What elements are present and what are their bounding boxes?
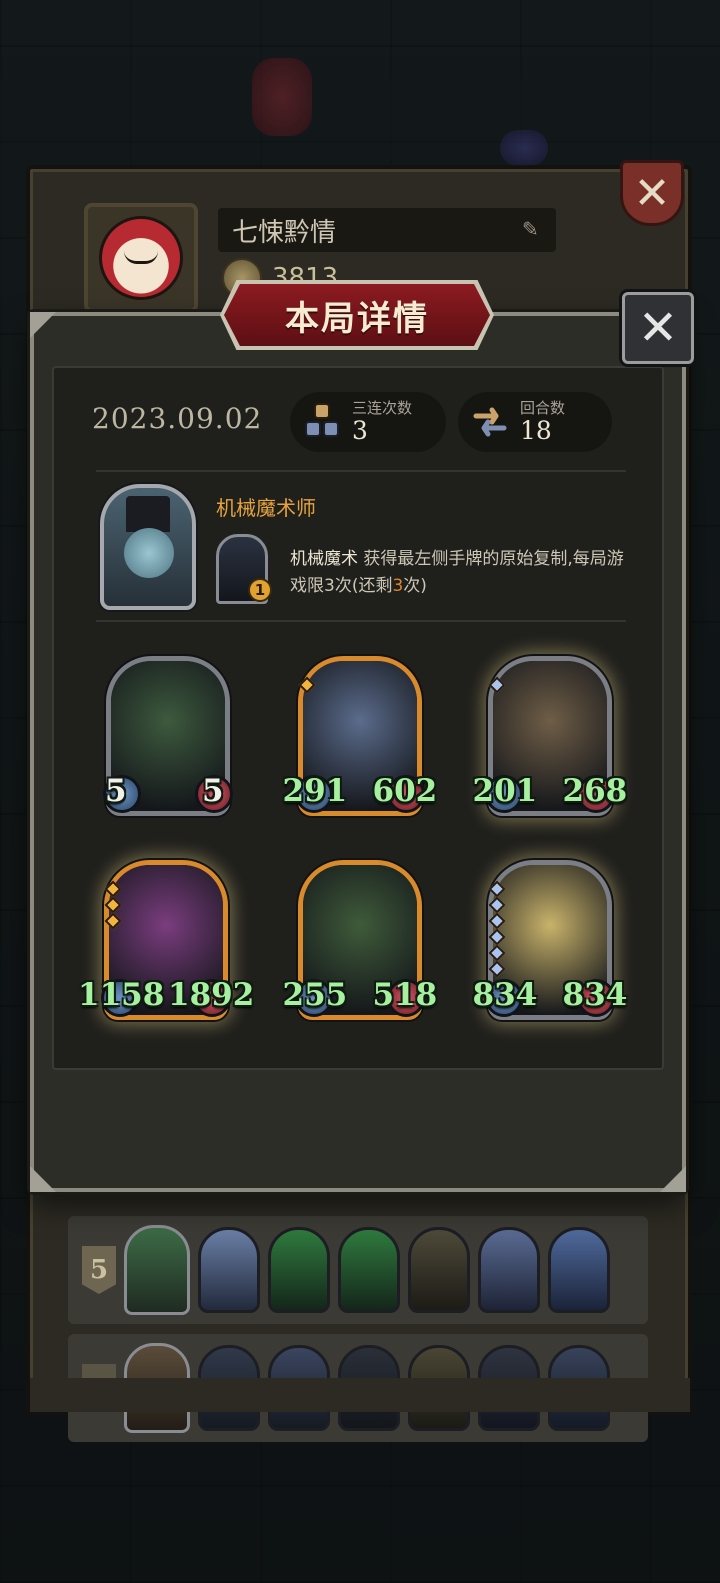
board-card[interactable]: 834 834 bbox=[473, 860, 627, 1020]
card-attack: 291 bbox=[282, 773, 348, 809]
divider bbox=[96, 470, 626, 472]
card-health: 602 bbox=[372, 773, 438, 809]
board-card[interactable]: 201 268 bbox=[473, 656, 627, 816]
pencil-icon[interactable]: ✎ bbox=[522, 218, 544, 240]
skill-name: 机械魔术 bbox=[290, 549, 358, 569]
rank-badge: 5 bbox=[82, 1246, 116, 1294]
triples-value: 3 bbox=[352, 416, 368, 445]
triples-stat: 三连次数 3 bbox=[290, 392, 446, 452]
board-card[interactable]: 55 bbox=[103, 656, 233, 816]
history-card bbox=[478, 1227, 540, 1313]
card-attack: 255 bbox=[282, 977, 348, 1013]
match-date: 2023.09.02 bbox=[92, 402, 263, 435]
board-card[interactable]: 1158 1892 bbox=[78, 860, 254, 1020]
card-attack: 1158 bbox=[78, 977, 165, 1013]
hero-portrait[interactable] bbox=[100, 484, 196, 610]
card-health: 834 bbox=[562, 977, 628, 1013]
skill-remaining: 3 bbox=[392, 576, 404, 596]
skill-desc-end: 次) bbox=[403, 576, 427, 596]
avatar-portrait bbox=[99, 216, 183, 300]
corner-ornament bbox=[660, 1166, 686, 1192]
card-health: 5 bbox=[202, 773, 224, 809]
card-health: 518 bbox=[372, 977, 438, 1013]
card-health: 268 bbox=[562, 773, 628, 809]
card-health: 1892 bbox=[168, 977, 255, 1013]
board-card[interactable]: 255 518 bbox=[283, 860, 437, 1020]
skill-level-badge: 1 bbox=[248, 578, 272, 602]
divider bbox=[96, 620, 626, 622]
player-name: 七悚黔情 bbox=[232, 217, 337, 248]
cycle-arrows-icon bbox=[473, 407, 507, 437]
history-card bbox=[198, 1227, 260, 1313]
history-card bbox=[338, 1227, 400, 1313]
rounds-label: 回合数 bbox=[520, 399, 566, 417]
panel-bottom-edge bbox=[30, 1378, 690, 1412]
corner-ornament bbox=[30, 312, 56, 338]
history-card bbox=[408, 1227, 470, 1313]
player-avatar[interactable] bbox=[84, 203, 198, 313]
triples-label: 三连次数 bbox=[352, 399, 413, 417]
triple-stack-icon bbox=[305, 403, 339, 437]
rounds-stat: 回合数 18 bbox=[458, 392, 612, 452]
close-icon: ✕ bbox=[633, 167, 671, 219]
card-attack: 5 bbox=[105, 773, 127, 809]
skill-description: 机械魔术 获得最左侧手牌的原始复制,每局游戏限3次(还剩3次) bbox=[290, 546, 630, 600]
hero-name: 机械魔术师 bbox=[216, 496, 316, 520]
history-card bbox=[268, 1227, 330, 1313]
board-card[interactable]: 291 602 bbox=[283, 656, 437, 816]
modal-title: 本局详情 bbox=[285, 298, 429, 339]
player-name-bar[interactable]: 七悚黔情 ✎ bbox=[218, 208, 556, 252]
title-banner: 本局详情 bbox=[224, 284, 490, 346]
close-icon: ✕ bbox=[637, 300, 679, 356]
profile-close-button[interactable]: ✕ bbox=[620, 160, 684, 226]
history-hero-portrait bbox=[124, 1225, 190, 1315]
rounds-value: 18 bbox=[520, 416, 552, 445]
history-card bbox=[548, 1227, 610, 1313]
card-attack: 834 bbox=[472, 977, 538, 1013]
corner-ornament bbox=[30, 1166, 56, 1192]
modal-close-button[interactable]: ✕ bbox=[622, 292, 694, 364]
history-row[interactable]: 5 bbox=[68, 1216, 648, 1324]
card-attack: 201 bbox=[472, 773, 538, 809]
